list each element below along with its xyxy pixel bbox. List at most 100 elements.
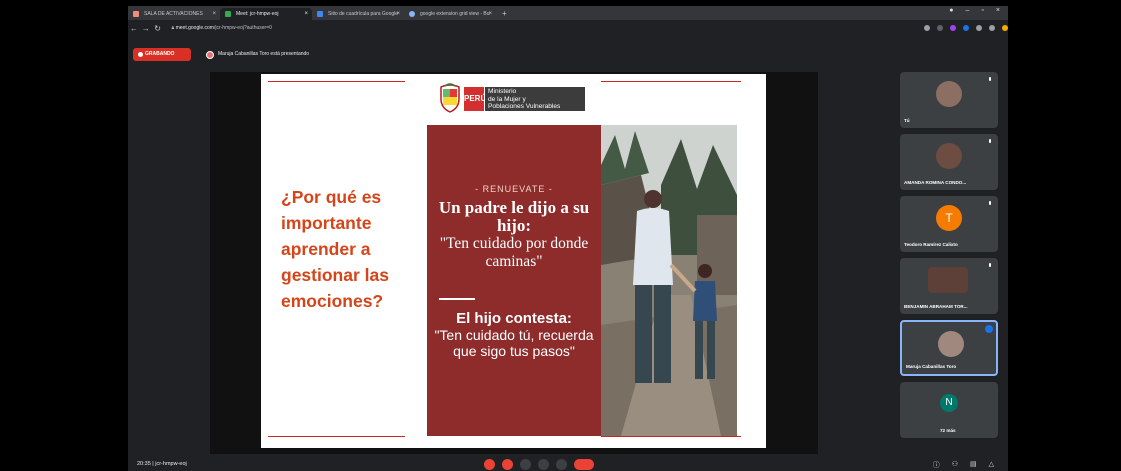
ministry-line: Ministerio: [488, 88, 517, 95]
more-count: 72 más: [940, 428, 956, 433]
ministry-line: de la Mujer y: [488, 95, 526, 103]
panel-divider: [439, 298, 475, 300]
participant-letter-avatar: T: [936, 205, 962, 231]
participant-tile-active-speaker[interactable]: Maruja Cabanillas Toro: [900, 320, 998, 376]
father-son-photo: [601, 125, 737, 436]
panel-headline: Un padre le dijo a su hijo:: [438, 198, 590, 235]
mic-off-icon: [989, 263, 991, 267]
tab-close-icon[interactable]: ×: [304, 8, 308, 20]
extension-icon[interactable]: [949, 25, 956, 31]
forward-icon[interactable]: →: [140, 24, 152, 33]
mic-off-icon: [989, 201, 991, 205]
tab-label: SALA DE ACTIVACIONES: [144, 11, 203, 17]
tab-favicon-icon: [225, 11, 231, 17]
slide-rule: [601, 81, 741, 82]
browser-window: SALA DE ACTIVACIONES × Meet: jcr-hmpw-eo…: [128, 6, 1008, 471]
browser-tab-search[interactable]: google extension grid view - Bu ×: [404, 8, 496, 20]
peru-label: PERÚ: [464, 87, 486, 111]
participant-name: Tú: [904, 118, 910, 123]
participant-tile[interactable]: Tú: [900, 72, 998, 128]
info-icon[interactable]: ⓘ: [933, 460, 940, 470]
present-button[interactable]: [538, 459, 549, 470]
tab-close-icon[interactable]: ×: [212, 8, 216, 20]
more-participants-tile[interactable]: N 72 más: [900, 382, 998, 438]
ministry-name: Ministerio de la Mujer y Poblaciones Vul…: [485, 87, 585, 111]
new-tab-button[interactable]: +: [496, 8, 513, 20]
tab-favicon-icon: [409, 11, 415, 17]
puzzle-icon[interactable]: [988, 25, 995, 31]
presentation-stage: PERÚ Ministerio de la Mujer y Poblacione…: [210, 72, 818, 454]
recording-label: GRABANDO: [145, 51, 175, 57]
extension-icon[interactable]: [975, 25, 982, 31]
tab-favicon-icon: [133, 11, 139, 17]
participant-video: [936, 81, 962, 107]
record-dot-icon: [138, 52, 143, 57]
meet-top-bar: GRABANDO Maruja Cabanillas Toro está pre…: [128, 45, 1008, 65]
participant-video: [928, 267, 968, 293]
mic-off-icon: [989, 139, 991, 143]
mic-toggle-button[interactable]: [484, 459, 495, 470]
presenter-indicator: Maruja Cabanillas Toro está presentando: [204, 48, 394, 61]
people-icon[interactable]: ⚇: [952, 460, 958, 470]
screen-root: SALA DE ACTIVACIONES × Meet: jcr-hmpw-eo…: [0, 0, 1121, 471]
slide-question: ¿Por qué es importante aprender a gestio…: [281, 187, 389, 311]
tab-close-icon[interactable]: ×: [396, 8, 400, 20]
url-host: meet.google.com: [175, 24, 214, 31]
star-icon[interactable]: [936, 25, 943, 31]
ministry-logo: PERÚ Ministerio de la Mujer y Poblacione…: [439, 81, 589, 117]
address-bar-row: ← → ↻ 🔒︎ meet.google.com/jcr-hmpw-eoj?au…: [128, 20, 1008, 36]
participant-name: BENJAMIN ABRAHAM TOR...: [904, 304, 968, 309]
presenter-avatar: [206, 51, 214, 59]
browser-tab-grid[interactable]: Sitio de cuadrícula para Google ×: [312, 8, 404, 20]
tab-label: google extension grid view - Bu: [420, 11, 490, 17]
activities-icon[interactable]: △: [989, 460, 994, 470]
cast-icon[interactable]: [923, 25, 930, 31]
maximize-icon[interactable]: ▫: [981, 7, 983, 14]
extension-icon[interactable]: [962, 25, 969, 31]
browser-tab-meet[interactable]: Meet: jcr-hmpw-eoj ×: [220, 8, 312, 20]
panel-answer-intro: El hijo contesta:: [456, 310, 572, 327]
slide-rule: [268, 81, 405, 82]
panel-kicker: - RENUEVATE -: [475, 184, 553, 194]
participant-video: [936, 143, 962, 169]
participant-tile[interactable]: BENJAMIN ABRAHAM TOR...: [900, 258, 998, 314]
panel-quote: "Ten cuidado por donde caminas": [439, 235, 589, 270]
extension-icons: [923, 25, 1008, 31]
raise-hand-button[interactable]: [520, 459, 531, 470]
back-icon[interactable]: ←: [128, 24, 140, 33]
close-window-icon[interactable]: ×: [996, 7, 1000, 14]
leave-call-button[interactable]: [574, 459, 594, 470]
presenter-text: Maruja Cabanillas Toro está presentando: [218, 51, 310, 57]
participant-tile[interactable]: T Teodoro Ramírez Calixto: [900, 196, 998, 252]
url-path: /jcr-hmpw-eoj?authuser=0: [213, 24, 272, 31]
camera-toggle-button[interactable]: [502, 459, 513, 470]
profile-dot-icon[interactable]: ●: [949, 7, 953, 14]
tab-favicon-icon: [317, 11, 323, 17]
slide-rule: [601, 436, 741, 437]
quote-panel: - RENUEVATE - Un padre le dijo a su hijo…: [427, 125, 601, 436]
url-field[interactable]: 🔒︎ meet.google.com/jcr-hmpw-eoj?authuser…: [167, 22, 918, 34]
ministry-line: Poblaciones Vulnerables: [488, 103, 561, 111]
side-controls: ⓘ ⚇ ▤ △: [933, 460, 994, 470]
shared-slide: PERÚ Ministerio de la Mujer y Poblacione…: [261, 74, 766, 448]
mic-off-icon: [989, 77, 991, 81]
participant-video: [938, 331, 964, 357]
participant-name: AMANDA ROMINA CONDO...: [904, 180, 967, 185]
speaking-indicator-icon: [985, 325, 993, 333]
panel-answer-quote: "Ten cuidado tú, recuerda que sigo tus p…: [434, 327, 594, 359]
recording-badge[interactable]: GRABANDO: [133, 48, 191, 61]
tab-strip: SALA DE ACTIVACIONES × Meet: jcr-hmpw-eo…: [128, 6, 1008, 20]
browser-tab-activaciones[interactable]: SALA DE ACTIVACIONES ×: [128, 8, 220, 20]
reload-icon[interactable]: ↻: [152, 24, 164, 33]
tab-close-icon[interactable]: ×: [488, 8, 492, 20]
participant-tile[interactable]: AMANDA ROMINA CONDO...: [900, 134, 998, 190]
profile-avatar-icon[interactable]: [1001, 25, 1008, 31]
meet-controls-bar: 20:35 | jcr-hmpw-eoj ⓘ ⚇ ▤ △: [128, 458, 1008, 471]
tab-label: Meet: jcr-hmpw-eoj: [236, 11, 279, 17]
chat-icon[interactable]: ▤: [970, 460, 977, 470]
minimize-icon[interactable]: –: [966, 7, 970, 14]
peru-shield-icon: [440, 83, 460, 113]
more-options-button[interactable]: [556, 459, 567, 470]
call-controls: [484, 459, 594, 470]
window-controls: ● – ▫ ×: [949, 7, 1000, 14]
